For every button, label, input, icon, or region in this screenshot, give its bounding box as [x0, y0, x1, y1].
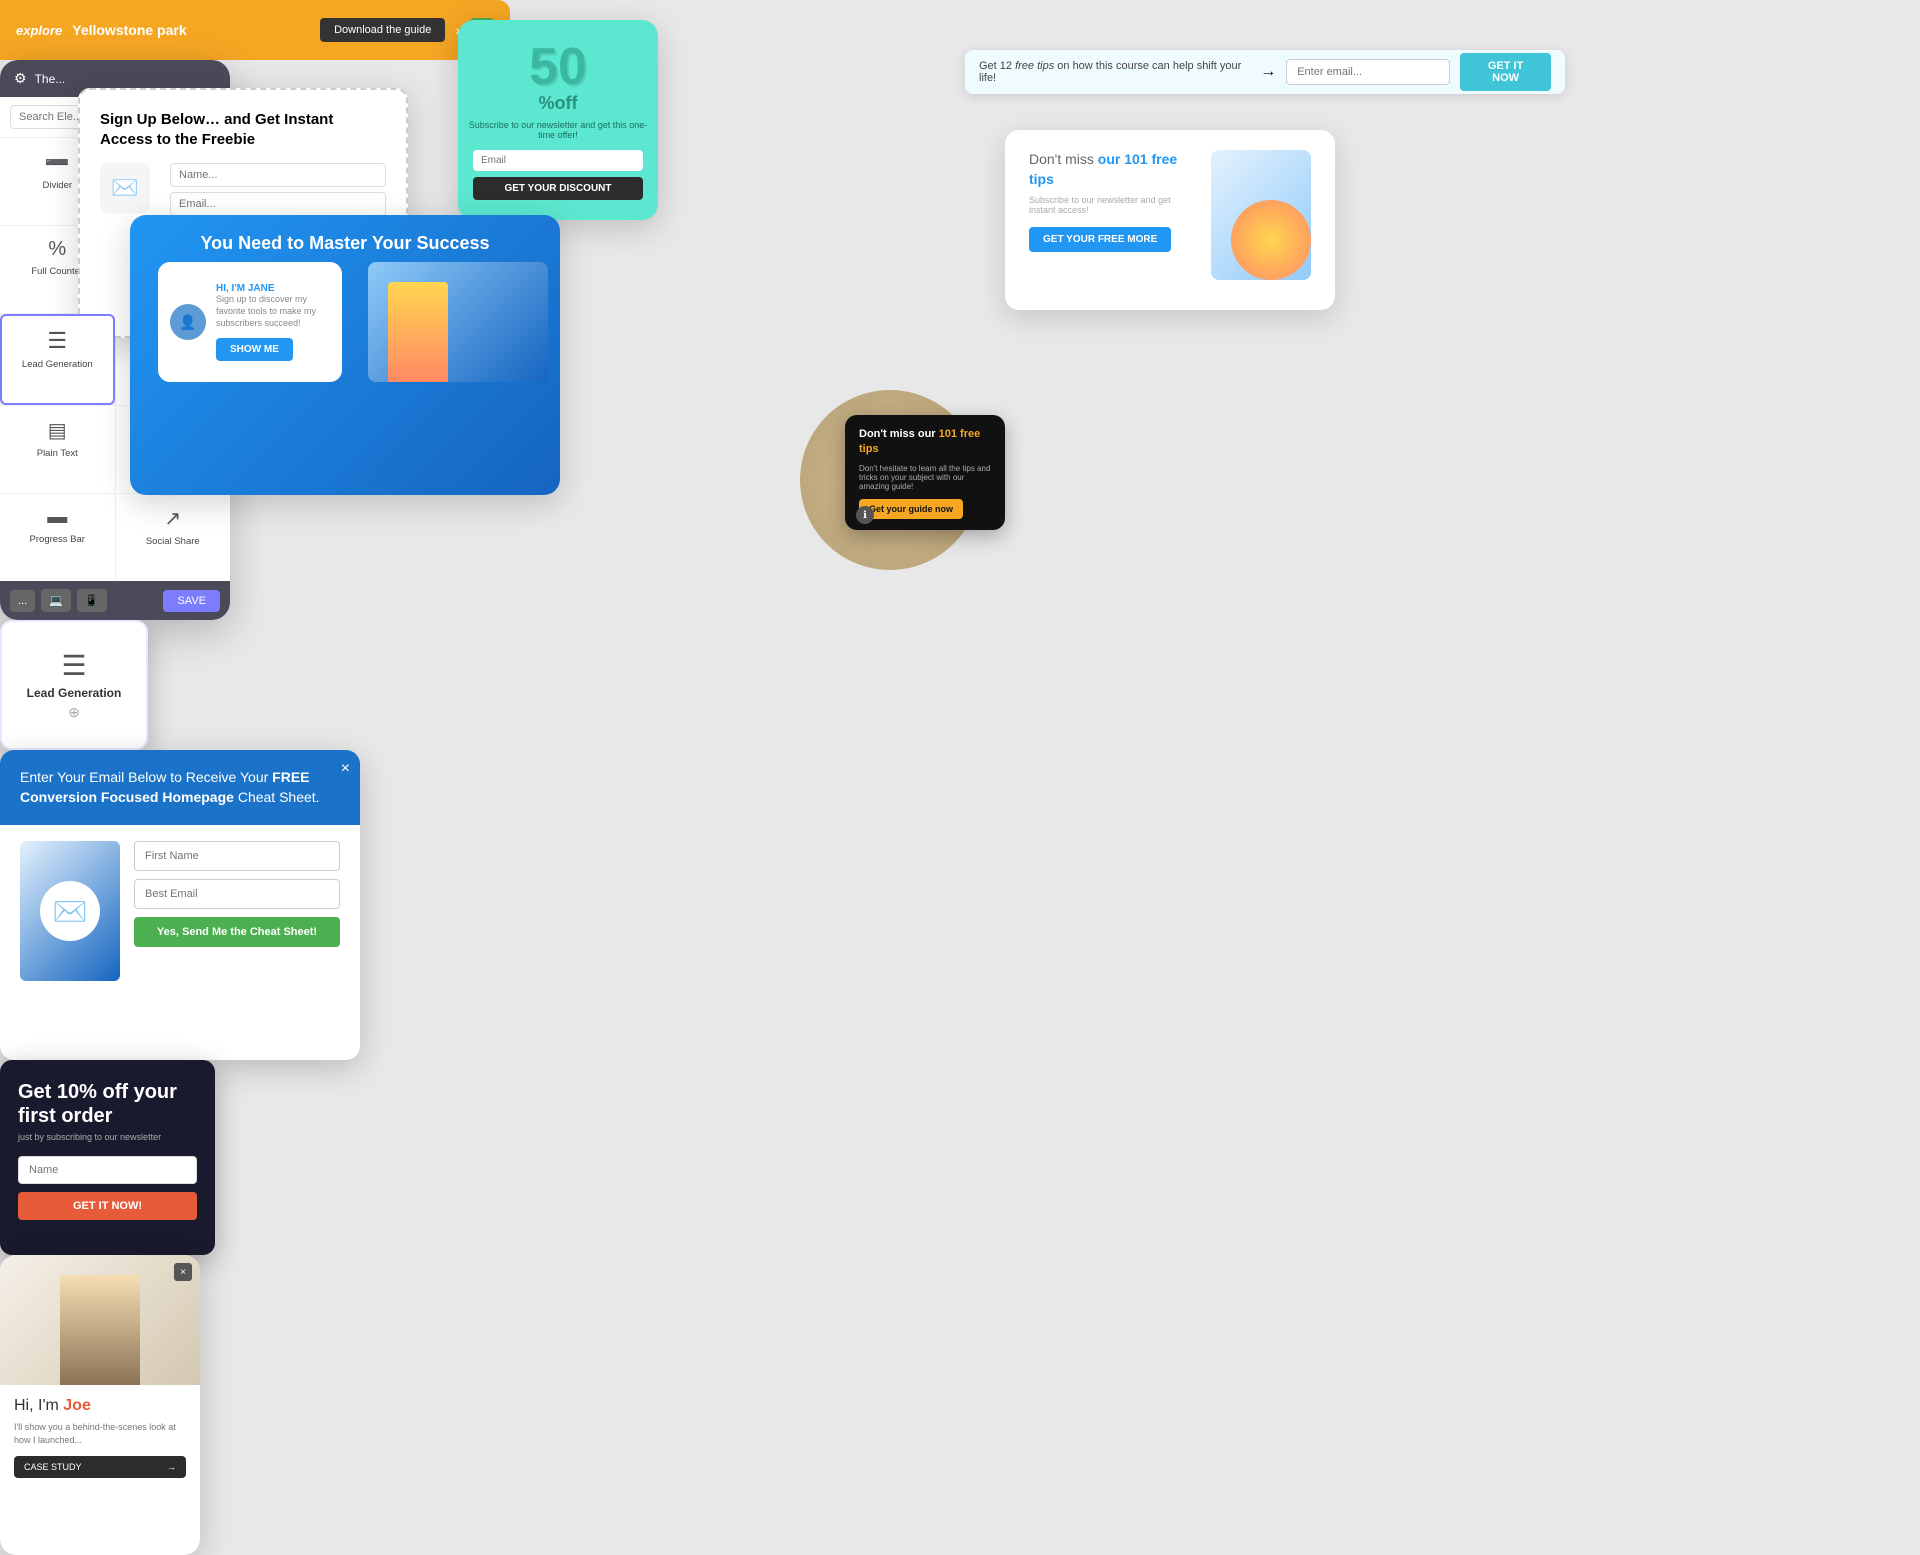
arrow-icon: →	[1260, 63, 1276, 81]
tips-content: Don't miss our 101 free tips Subscribe t…	[1029, 150, 1195, 252]
tips-image	[1211, 150, 1311, 280]
first-name-input[interactable]	[134, 841, 340, 871]
joe-image: ×	[0, 1255, 200, 1385]
tips-bar-description: Don't hesitate to learn all the tips and…	[859, 464, 991, 491]
lead-gen-card: ☰ Lead Generation ⊕	[0, 620, 148, 750]
social-share-icon: ↗	[164, 506, 181, 531]
get-it-now-button[interactable]: GET IT NOW!	[18, 1192, 197, 1220]
show-me-button[interactable]: SHOW ME	[216, 338, 293, 361]
cheatsheet-form: Yes, Send Me the Cheat Sheet!	[134, 841, 340, 981]
case-study-button[interactable]: CASE STUDY →	[14, 1456, 186, 1478]
joe-greeting: Hi, I'm Joe	[14, 1397, 186, 1415]
progress-bar-label: Progress Bar	[30, 534, 85, 545]
joe-card: × Hi, I'm Joe I'll show you a behind-the…	[0, 1255, 200, 1555]
plain-text-icon: ▤	[48, 418, 67, 443]
tip-text: Get 12 free tips on how this course can …	[979, 60, 1250, 84]
builder-footer: ... 💻 📱 SAVE	[0, 581, 230, 620]
signup-title: Sign Up Below… and Get Instant Access to…	[100, 110, 386, 149]
joe-description: I'll show you a behind-the-scenes look a…	[14, 1421, 186, 1446]
master-image	[368, 262, 548, 382]
dont-miss-description: Subscribe to our newsletter and get inst…	[1029, 195, 1195, 215]
dont-miss-card: Don't miss our 101 free tips Subscribe t…	[1005, 130, 1335, 310]
off-subtext: just by subscribing to our newsletter	[18, 1132, 197, 1142]
email-input[interactable]	[1286, 59, 1450, 85]
gear-icon: ⚙	[14, 70, 27, 87]
lead-generation-item[interactable]: ☰ Lead Generation	[0, 314, 115, 406]
arrow-icon: →	[167, 1462, 176, 1472]
joe-close-button[interactable]: ×	[174, 1263, 192, 1281]
explore-label: explore	[16, 23, 62, 38]
social-share-label: Social Share	[146, 536, 200, 547]
top-email-bar: Get 12 free tips on how this course can …	[965, 50, 1565, 94]
master-card: You Need to Master Your Success 👤 HI, I'…	[130, 215, 560, 495]
envelope-icon: ✉️	[100, 163, 150, 213]
joe-figure	[60, 1275, 140, 1385]
yellowstone-bar: explore Yellowstone park Download the gu…	[0, 0, 510, 60]
counter-label: Full Counter	[31, 266, 83, 277]
counter-icon: %	[48, 238, 66, 261]
email-input[interactable]	[170, 192, 386, 216]
discount-description: Subscribe to our newsletter and get this…	[458, 114, 658, 146]
get-free-more-button[interactable]: GET YOUR FREE MORE	[1029, 227, 1171, 252]
divider-icon: ➖	[45, 150, 70, 175]
lead-gen-icon: ☰	[47, 328, 67, 354]
download-guide-button[interactable]: Download the guide	[320, 18, 445, 42]
builder-title: The...	[35, 72, 66, 86]
desktop-icon-button[interactable]: 💻	[41, 589, 71, 612]
discount-50-card: 50 %off Subscribe to our newsletter and …	[458, 20, 658, 220]
cheatsheet-image: ✉️	[20, 841, 120, 981]
cheatsheet-close-button[interactable]: ×	[341, 760, 350, 778]
plain-text-label: Plain Text	[37, 448, 78, 459]
info-dot[interactable]: ℹ	[856, 506, 874, 524]
progress-bar-icon: ▬	[47, 506, 67, 529]
plain-text-item[interactable]: ▤ Plain Text	[0, 406, 115, 493]
get-guide-button[interactable]: Get your guide now	[859, 499, 963, 519]
drag-icon: ⊕	[68, 704, 80, 721]
best-email-input[interactable]	[134, 879, 340, 909]
off-heading: Get 10% off your first order	[18, 1080, 197, 1128]
email-icon: ✉️	[40, 881, 100, 941]
lead-gen-label: Lead Generation	[27, 686, 122, 700]
lead-gen-rows-icon: ☰	[61, 649, 86, 682]
mobile-icon-button[interactable]: 📱	[77, 589, 107, 612]
avatar-name: HI, I'M JANE	[216, 283, 330, 294]
person-figure	[388, 282, 448, 382]
get-discount-button[interactable]: GET YOUR DISCOUNT	[473, 177, 643, 200]
lead-gen-label: Lead Generation	[22, 359, 93, 370]
avatar-description: Sign up to discover my favorite tools to…	[216, 294, 330, 329]
get-it-now-button[interactable]: GET IT NOW	[1460, 53, 1551, 91]
master-title: You Need to Master Your Success	[180, 215, 509, 262]
ten-percent-off-card: Get 10% off your first order just by sub…	[0, 1060, 215, 1255]
social-share-item[interactable]: ↗ Social Share	[116, 494, 231, 581]
progress-bar-item[interactable]: ▬ Progress Bar	[0, 494, 115, 581]
cheatsheet-popup: Enter Your Email Below to Receive Your F…	[0, 750, 360, 1060]
cheatsheet-header: Enter Your Email Below to Receive Your F…	[0, 750, 360, 825]
cheatsheet-heading: Enter Your Email Below to Receive Your F…	[20, 768, 340, 807]
discount-email-input[interactable]	[473, 150, 643, 171]
cheatsheet-body: ✉️ Yes, Send Me the Cheat Sheet!	[0, 825, 360, 997]
save-button[interactable]: SAVE	[163, 590, 220, 612]
joe-body: Hi, I'm Joe I'll show you a behind-the-s…	[0, 1385, 200, 1490]
tip-bold: free tips	[1015, 60, 1054, 72]
discount-off-label: %off	[539, 93, 578, 114]
tips-bar-title: Don't miss our 101 free tips	[859, 427, 991, 458]
food-decoration	[1231, 200, 1311, 280]
name-input[interactable]	[170, 163, 386, 187]
footer-dots-button[interactable]: ...	[10, 590, 35, 612]
park-name: Yellowstone park	[72, 22, 186, 38]
send-cheatsheet-button[interactable]: Yes, Send Me the Cheat Sheet!	[134, 917, 340, 947]
avatar: 👤	[170, 304, 206, 340]
name-input[interactable]	[18, 1156, 197, 1184]
discount-number: 50	[529, 41, 587, 93]
divider-label: Divider	[42, 180, 72, 191]
dont-miss-title: Don't miss our 101 free tips	[1029, 150, 1195, 189]
